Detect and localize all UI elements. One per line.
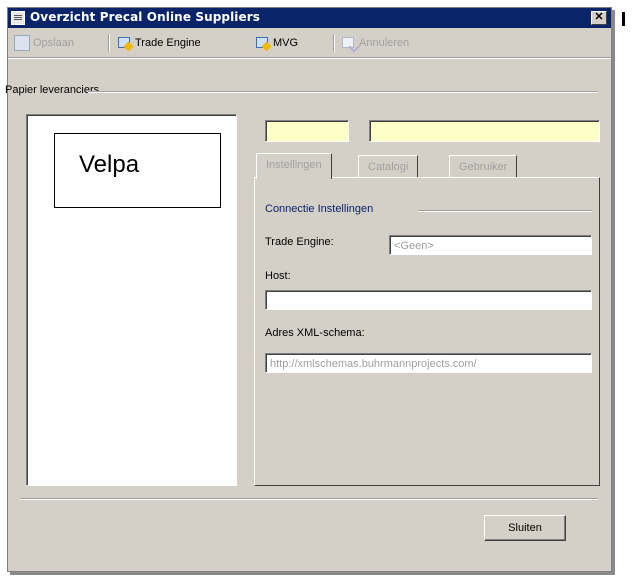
save-icon <box>14 35 30 51</box>
xml-schema-field[interactable]: http://xmlschemas.buhrmannprojects.com/ <box>265 353 592 373</box>
group-divider <box>88 91 598 93</box>
window-title: Overzicht Precal Online Suppliers <box>30 10 261 24</box>
toolbar-divider <box>8 57 611 59</box>
toolbar: Opslaan Trade Engine MVG Annuleren <box>8 30 611 56</box>
footer-divider <box>20 498 598 500</box>
host-field[interactable] <box>265 290 592 310</box>
trade-engine-icon <box>118 36 132 50</box>
form-icon <box>11 11 25 25</box>
trade-engine-field[interactable]: <Geen> <box>389 235 592 255</box>
supplier-name-field[interactable] <box>369 120 600 142</box>
connection-settings-label: Connectie Instellingen <box>265 203 374 215</box>
host-field-label: Host: <box>265 270 291 282</box>
cancel-label: Annuleren <box>359 37 410 49</box>
cancel-icon <box>342 36 356 50</box>
connection-settings-divider <box>418 210 592 212</box>
trade-engine-label: Trade Engine <box>135 37 201 49</box>
tab-catalogi[interactable]: Catalogi <box>358 155 419 179</box>
trade-engine-button[interactable]: Trade Engine <box>118 34 201 52</box>
trade-engine-field-label: Trade Engine: <box>265 236 334 248</box>
toolbar-separator <box>333 34 335 52</box>
mvg-label: MVG <box>273 37 299 49</box>
group-label-papier-leveranciers: Papier leveranciers <box>5 84 100 96</box>
selected-supplier-callout[interactable]: Velpa <box>54 133 221 208</box>
background-cursor-mark <box>622 12 625 26</box>
supplier-code-field[interactable] <box>265 120 349 142</box>
title-bar[interactable]: Overzicht Precal Online Suppliers ✕ <box>8 8 611 28</box>
save-label: Opslaan <box>33 37 74 49</box>
mvg-icon <box>256 36 270 50</box>
mvg-button[interactable]: MVG <box>256 34 298 52</box>
toolbar-separator <box>108 34 110 52</box>
close-button[interactable]: Sluiten <box>484 515 566 541</box>
xml-schema-field-label: Adres XML-schema: <box>265 327 365 339</box>
tab-gebruiker[interactable]: Gebruiker <box>449 155 518 179</box>
selected-supplier-name: Velpa <box>79 151 140 178</box>
tab-instellingen[interactable]: Instellingen <box>256 153 332 179</box>
close-window-button[interactable]: ✕ <box>591 11 607 25</box>
cancel-button[interactable]: Annuleren <box>342 34 409 52</box>
save-button[interactable]: Opslaan <box>14 34 74 52</box>
